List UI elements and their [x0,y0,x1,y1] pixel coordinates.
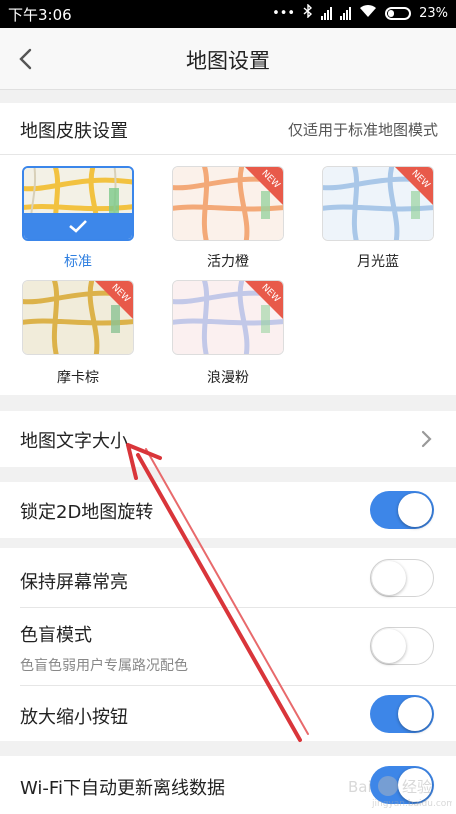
baidu-watermark-logo: Bai 经验 jingyan.baidu.com [348,776,452,809]
svg-text:jingyan.baidu.com: jingyan.baidu.com [371,799,452,809]
svg-text:经验: 经验 [402,778,432,796]
svg-text:Bai: Bai [348,778,372,796]
annotation-arrow [126,443,309,742]
